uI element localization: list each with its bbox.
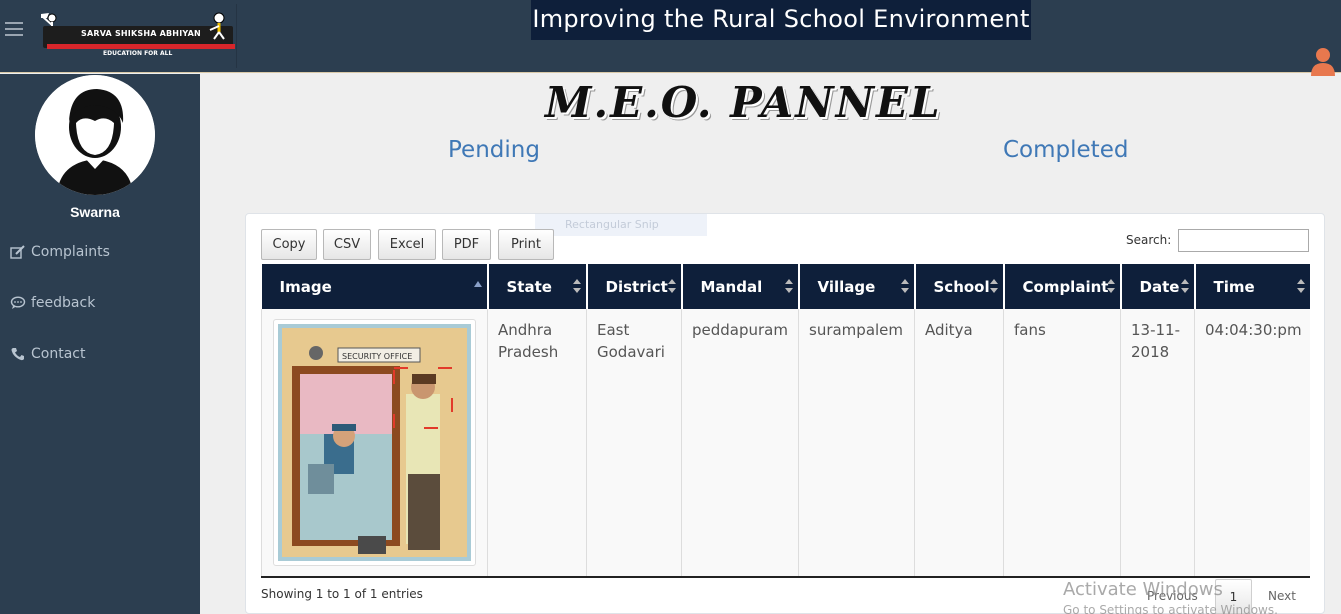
sort-icon [1180, 279, 1189, 293]
complaint-image[interactable]: SECURITY OFFICE [273, 319, 476, 566]
cell-time: 04:04:30:pm [1194, 309, 1310, 577]
windows-activation-subtext: Go to Settings to activate Windows. [1063, 603, 1278, 614]
sidebar-item-label: Contact [31, 346, 86, 362]
cell-state: Andhra Pradesh [487, 309, 587, 577]
csv-button[interactable]: CSV [323, 229, 371, 260]
top-navbar: SARVA SHIKSHA ABHIYAN EDUCATION FOR ALL … [0, 0, 1341, 76]
logo-subtext: EDUCATION FOR ALL [103, 50, 173, 57]
cell-district: East Godavari [586, 309, 682, 577]
complaints-table: Image State District Mandal Village Scho… [261, 264, 1310, 578]
avatar [35, 75, 155, 195]
sort-icon [667, 279, 676, 293]
cell-date: 13-11-2018 [1120, 309, 1195, 577]
sort-icon [900, 279, 909, 293]
tab-completed[interactable]: Completed [1003, 137, 1128, 163]
cell-village: surampalem [798, 309, 915, 577]
user-profile-icon[interactable] [1310, 46, 1336, 76]
snip-tool-overlay: Rectangular Snip [535, 214, 707, 236]
column-header-complaint[interactable]: Complaint [1002, 264, 1121, 309]
edit-icon [10, 245, 25, 259]
sort-icon [989, 279, 998, 293]
table-row: SECURITY OFFICE Andhra Pradesh East Goda… [261, 309, 1310, 577]
user-avatar-icon [35, 75, 155, 195]
cell-mandal: peddapuram [681, 309, 799, 577]
sidebar-item-complaints[interactable]: Complaints [10, 244, 110, 260]
search-input[interactable] [1178, 229, 1309, 252]
pdf-button[interactable]: PDF [442, 229, 491, 260]
image-sign-text: SECURITY OFFICE [342, 352, 412, 361]
stick-figure-pencil-icon [209, 12, 225, 40]
security-office-illustration: SECURITY OFFICE [278, 324, 471, 561]
sidebar-item-feedback[interactable]: feedback [10, 295, 95, 311]
cell-image: SECURITY OFFICE [261, 309, 488, 577]
sort-icon [784, 279, 793, 293]
windows-activation-watermark: Activate Windows [1063, 579, 1223, 600]
table-info: Showing 1 to 1 of 1 entries [261, 587, 423, 601]
sidebar-item-label: Complaints [31, 244, 110, 260]
comment-icon [10, 296, 26, 309]
cell-complaint: fans [1003, 309, 1121, 577]
sort-icon [1296, 279, 1305, 293]
hamburger-menu-icon[interactable] [5, 22, 23, 38]
site-banner: Improving the Rural School Environment [531, 0, 1031, 40]
table-header-row: Image State District Mandal Village Scho… [261, 264, 1310, 309]
column-header-date[interactable]: Date [1119, 264, 1195, 309]
print-button[interactable]: Print [498, 229, 554, 260]
logo-text: SARVA SHIKSHA ABHIYAN [81, 29, 201, 38]
column-header-school[interactable]: School [913, 264, 1004, 309]
column-header-image[interactable]: Image [261, 264, 488, 309]
sidebar-item-contact[interactable]: Contact [10, 346, 85, 362]
cell-school: Aditya [914, 309, 1004, 577]
sort-icon [1106, 279, 1115, 293]
tab-pending[interactable]: Pending [448, 137, 540, 163]
pagination-next[interactable]: Next [1268, 589, 1296, 603]
sidebar: Swarna Complaints feedback Contact [0, 74, 200, 614]
column-header-time[interactable]: Time [1193, 264, 1310, 309]
search-label: Search: [1126, 233, 1172, 247]
sort-icon [572, 279, 581, 293]
logo: SARVA SHIKSHA ABHIYAN EDUCATION FOR ALL [33, 4, 237, 68]
phone-icon [11, 348, 24, 361]
username: Swarna [70, 204, 120, 220]
column-header-village[interactable]: Village [797, 264, 915, 309]
column-header-mandal[interactable]: Mandal [680, 264, 799, 309]
column-header-state[interactable]: State [486, 264, 587, 309]
copy-button[interactable]: Copy [261, 229, 317, 260]
page-title: M.E.O. PANNEL [545, 78, 942, 127]
sidebar-item-label: feedback [31, 295, 96, 311]
excel-button[interactable]: Excel [378, 229, 436, 260]
column-header-district[interactable]: District [585, 264, 682, 309]
sort-ascending-icon [473, 281, 482, 287]
